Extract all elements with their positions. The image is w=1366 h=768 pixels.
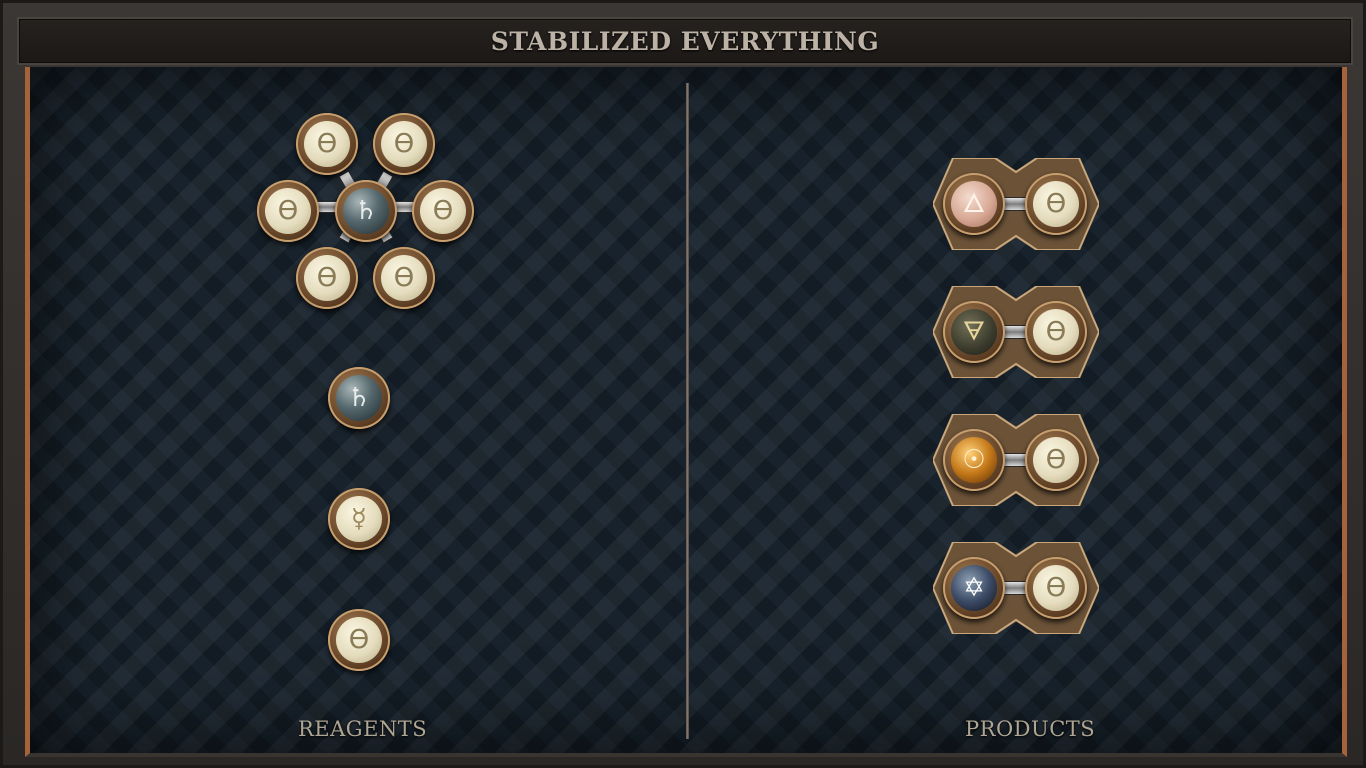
salt-icon: ϴ xyxy=(1033,565,1079,611)
puzzle-board: ϴ ϴ ϴ ♄ ϴ ϴ ϴ ♄ ☿ ϴ REAGENTS 🜂 ϴ 🜃 ϴ ☉ ϴ… xyxy=(25,67,1347,757)
salt-icon: ϴ xyxy=(304,255,350,301)
salt-icon: ϴ xyxy=(1033,309,1079,355)
salt-atom: ϴ xyxy=(1025,173,1087,235)
product-fire-salt[interactable]: 🜂 ϴ xyxy=(933,158,1099,250)
product-earth-salt[interactable]: 🜃 ϴ xyxy=(933,286,1099,378)
product-gold-salt[interactable]: ☉ ϴ xyxy=(933,414,1099,506)
reagent-quicksilver[interactable]: ☿ xyxy=(328,488,390,550)
salt-atom: ϴ xyxy=(1025,429,1087,491)
salt-icon: ϴ xyxy=(1033,437,1079,483)
vitae-icon: ✡ xyxy=(951,565,997,611)
salt-icon: ϴ xyxy=(381,121,427,167)
salt-icon: ϴ xyxy=(336,617,382,663)
salt-atom: ϴ xyxy=(296,247,358,309)
salt-atom: ϴ xyxy=(296,113,358,175)
product-vitae-salt[interactable]: ✡ ϴ xyxy=(933,542,1099,634)
reagents-label: REAGENTS xyxy=(298,717,428,741)
gold-icon: ☉ xyxy=(951,437,997,483)
salt-atom: ϴ xyxy=(1025,301,1087,363)
lead-icon: ♄ xyxy=(336,375,382,421)
salt-icon: ϴ xyxy=(1033,181,1079,227)
earth-icon: 🜃 xyxy=(951,309,997,355)
salt-atom: ϴ xyxy=(373,247,435,309)
fire-icon: 🜂 xyxy=(951,181,997,227)
vitae-atom: ✡ xyxy=(943,557,1005,619)
column-divider xyxy=(686,83,689,739)
salt-icon: ϴ xyxy=(265,188,311,234)
gold-atom: ☉ xyxy=(943,429,1005,491)
salt-atom: ϴ xyxy=(373,113,435,175)
lead-icon: ♄ xyxy=(343,188,389,234)
title-bar: STABILIZED EVERYTHING xyxy=(17,17,1353,65)
salt-atom: ϴ xyxy=(412,180,474,242)
puzzle-window: STABILIZED EVERYTHING ϴ ϴ ϴ ♄ ϴ ϴ ϴ ♄ ☿ … xyxy=(0,0,1366,768)
salt-atom: ϴ xyxy=(1025,557,1087,619)
earth-atom: 🜃 xyxy=(943,301,1005,363)
fire-atom: 🜂 xyxy=(943,173,1005,235)
salt-atom: ϴ xyxy=(257,180,319,242)
reagent-lead[interactable]: ♄ xyxy=(328,367,390,429)
products-label: PRODUCTS xyxy=(965,717,1096,741)
salt-icon: ϴ xyxy=(381,255,427,301)
puzzle-title: STABILIZED EVERYTHING xyxy=(490,26,880,56)
salt-icon: ϴ xyxy=(420,188,466,234)
salt-icon: ϴ xyxy=(304,121,350,167)
reagent-salt[interactable]: ϴ xyxy=(328,609,390,671)
lead-atom: ♄ xyxy=(335,180,397,242)
quicksilver-icon: ☿ xyxy=(336,496,382,542)
